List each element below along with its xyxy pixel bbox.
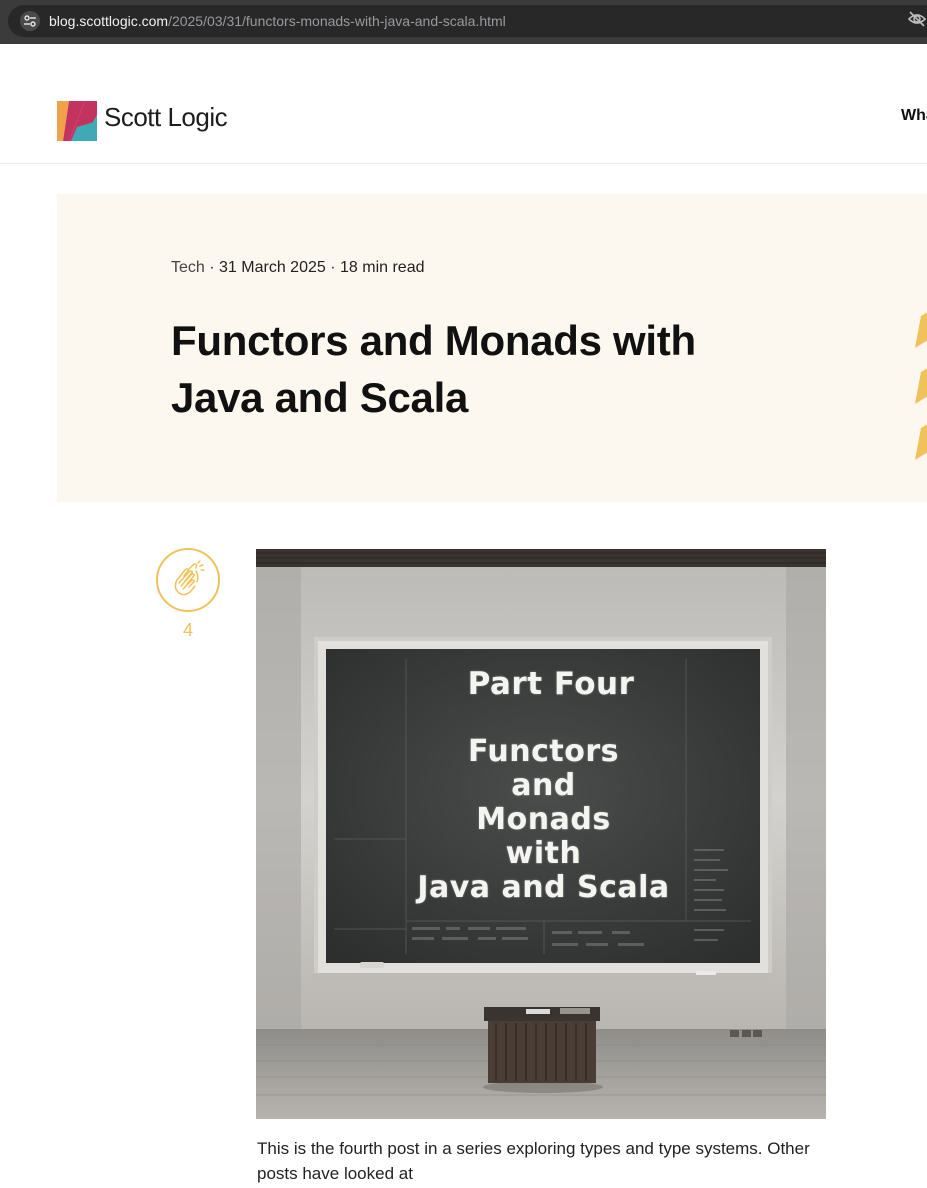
page-title: Functors and Monads with Java and Scala <box>171 317 696 421</box>
url-host: blog.scottlogic.com <box>49 13 169 29</box>
article-category[interactable]: Tech <box>171 259 205 276</box>
featured-image: Part Four Functors and Monads with Java … <box>256 549 826 1119</box>
url-text[interactable]: blog.scottlogic.com/2025/03/31/functors-… <box>49 12 506 30</box>
meta-separator: · <box>330 259 336 276</box>
clap-count: 4 <box>182 620 193 640</box>
eye-slash-icon[interactable] <box>906 8 927 30</box>
logo-text[interactable]: Scott Logic <box>104 102 228 133</box>
article-intro: This is the fourth post in a series expl… <box>257 1139 810 1183</box>
address-bar[interactable]: blog.scottlogic.com/2025/03/31/functors-… <box>8 5 927 37</box>
chalkboard-line: Monads <box>476 802 611 837</box>
article-hero: Tech · 31 March 2025 · 18 min read Funct… <box>57 194 927 502</box>
clapping-hands-icon <box>174 560 205 596</box>
decorative-stripes <box>915 312 927 460</box>
meta-separator: · <box>209 259 215 276</box>
site-settings-icon[interactable] <box>20 11 40 31</box>
chalkboard-line: with <box>505 836 582 871</box>
site-header: Scott Logic Wha <box>0 44 927 164</box>
browser-toolbar: blog.scottlogic.com/2025/03/31/functors-… <box>0 0 927 44</box>
chalkboard-part-label: Part Four <box>467 666 635 702</box>
article-meta: Tech · 31 March 2025 · 18 min read <box>171 259 425 277</box>
nav-item-partial[interactable]: Wha <box>901 107 927 125</box>
scott-logic-logo-icon[interactable] <box>57 101 97 141</box>
clap-button[interactable] <box>156 548 220 612</box>
url-path: /2025/03/31/functors-monads-with-java-an… <box>168 13 506 29</box>
chalkboard-line: and <box>511 768 576 803</box>
article-date: 31 March 2025 <box>219 259 326 276</box>
chalkboard-line: Functors <box>467 734 620 769</box>
chalkboard-line: Java and Scala <box>417 870 670 905</box>
article-read-time: 18 min read <box>340 259 425 276</box>
